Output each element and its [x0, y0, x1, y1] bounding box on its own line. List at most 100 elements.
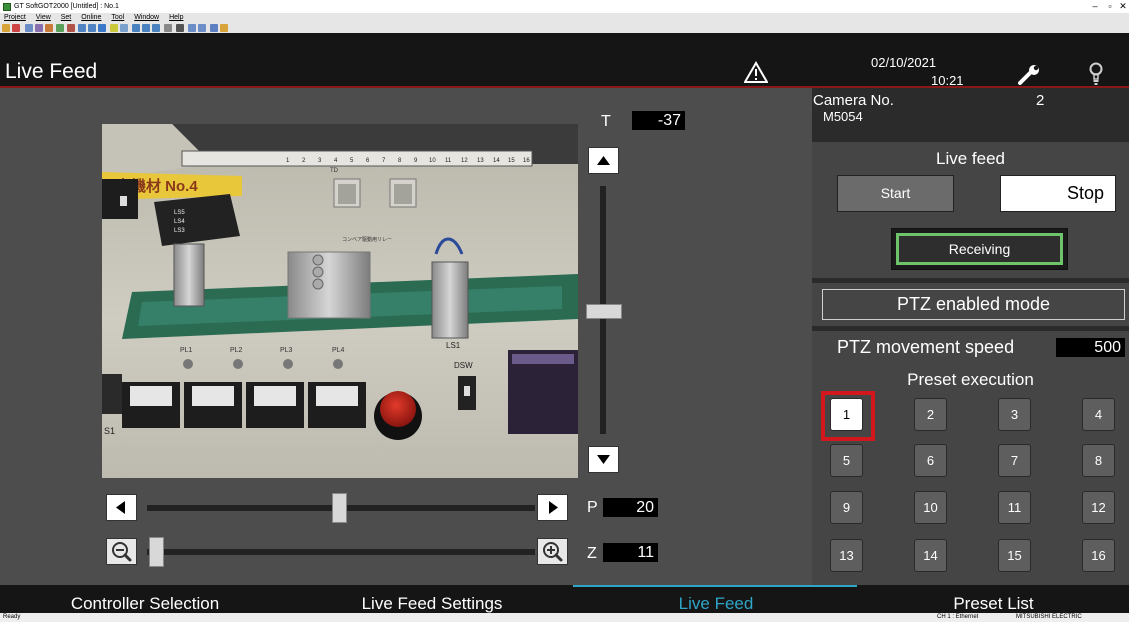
- preset-button-5[interactable]: 5: [830, 444, 863, 477]
- lightbulb-icon[interactable]: [1089, 62, 1103, 86]
- tab-live-feed[interactable]: Live Feed: [574, 585, 858, 613]
- pan-right-button[interactable]: [537, 494, 568, 521]
- menu-project[interactable]: Project: [4, 13, 26, 23]
- tilt-slider-thumb[interactable]: [586, 304, 622, 319]
- preset-button-6[interactable]: 6: [914, 444, 947, 477]
- vendor-label: MITSUBISHI ELECTRIC: [1016, 614, 1082, 620]
- trace-icon[interactable]: [88, 24, 96, 32]
- tile-icon[interactable]: [198, 24, 206, 32]
- tab-controller-selection[interactable]: Controller Selection: [0, 585, 290, 613]
- pan-left-button[interactable]: [106, 494, 137, 521]
- monitor-icon[interactable]: [25, 24, 33, 32]
- zoom-out-button[interactable]: [106, 538, 137, 565]
- window-icon[interactable]: [188, 24, 196, 32]
- tab-live-feed-settings[interactable]: Live Feed Settings: [290, 585, 574, 613]
- live-feed-section: Live feed Start Stop Receiving: [812, 142, 1129, 278]
- zoom-out-icon: [112, 542, 132, 562]
- menu-view[interactable]: View: [36, 13, 51, 23]
- tab-preset-list[interactable]: Preset List: [858, 585, 1129, 613]
- zoom-slider-track[interactable]: [147, 549, 535, 555]
- tilt-up-button[interactable]: [588, 147, 619, 174]
- screen-header: Live Feed 02/10/2021 10:21: [0, 33, 1129, 88]
- preset-button-11[interactable]: 11: [998, 491, 1031, 524]
- start-button[interactable]: Start: [837, 175, 954, 212]
- date-display: 02/10/2021: [871, 55, 937, 70]
- receiving-indicator: Receiving: [896, 233, 1063, 265]
- page-title: Live Feed: [5, 60, 98, 83]
- close-button[interactable]: ✕: [1115, 0, 1129, 13]
- script-icon[interactable]: [98, 24, 106, 32]
- preset-button-13[interactable]: 13: [830, 539, 863, 572]
- ptz-speed-section: PTZ movement speed 500: [812, 331, 1129, 365]
- close-project-icon[interactable]: [12, 24, 20, 32]
- device-monitor-icon[interactable]: [132, 24, 140, 32]
- preset-button-2[interactable]: 2: [914, 398, 947, 431]
- menu-tool[interactable]: Tool: [111, 13, 124, 23]
- zoom-in-button[interactable]: [537, 538, 568, 565]
- warning-icon[interactable]: [744, 61, 768, 83]
- preset-button-15[interactable]: 15: [998, 539, 1031, 572]
- wizard-icon[interactable]: [110, 24, 118, 32]
- pan-label: P: [587, 499, 598, 516]
- terminal-number: 13: [477, 158, 484, 164]
- preset-button-8[interactable]: 8: [1082, 444, 1115, 477]
- zoom-slider-thumb[interactable]: [149, 537, 164, 567]
- dsw-label: DSW: [454, 361, 473, 370]
- menu-set[interactable]: Set: [61, 13, 72, 23]
- preset-button-12[interactable]: 12: [1082, 491, 1115, 524]
- dropdown-icon[interactable]: [220, 24, 228, 32]
- menu-help[interactable]: Help: [169, 13, 183, 23]
- menu-online[interactable]: Online: [81, 13, 101, 23]
- relay-label: コンベア駆動用リレー: [342, 236, 392, 243]
- preset-button-4[interactable]: 4: [1082, 398, 1115, 431]
- switch-label: LS5: [174, 210, 185, 216]
- wrench-icon[interactable]: [1017, 64, 1043, 86]
- tilt-down-button[interactable]: [588, 446, 619, 473]
- preset-button-3[interactable]: 3: [998, 398, 1031, 431]
- zoom-in-icon: [543, 542, 563, 562]
- screen-tabs: Controller Selection Live Feed Settings …: [0, 585, 1129, 613]
- ptz-mode-section: PTZ enabled mode: [812, 283, 1129, 326]
- active-tab-indicator: [573, 585, 857, 587]
- open-project-icon[interactable]: [2, 24, 10, 32]
- preset-button-16[interactable]: 16: [1082, 539, 1115, 572]
- record-icon[interactable]: [67, 24, 75, 32]
- terminal-number: 16: [523, 158, 530, 164]
- softgot-window: GT SoftGOT2000 [Untitled] : No.1 – ▫ ✕ P…: [0, 0, 1129, 622]
- pl-label: PL1: [180, 347, 193, 354]
- settings-icon[interactable]: [164, 24, 172, 32]
- pan-slider-thumb[interactable]: [332, 493, 347, 523]
- connection-status: CH 1 : Ethernet: [937, 614, 979, 620]
- preset-button-14[interactable]: 14: [914, 539, 947, 572]
- s1-label: S1: [104, 426, 115, 436]
- menu-window[interactable]: Window: [134, 13, 159, 23]
- terminal-number: 12: [461, 158, 468, 164]
- camera-feed-image: 1 2 3 4 5 6 7 8 9 10 11 12 13 14 15 16 T…: [102, 124, 578, 478]
- ptz-speed-value[interactable]: 500: [1056, 338, 1125, 357]
- device-icon[interactable]: [56, 24, 64, 32]
- minimize-button[interactable]: –: [1087, 0, 1103, 13]
- preset-button-1[interactable]: 1: [830, 398, 863, 431]
- debug-icon[interactable]: [78, 24, 86, 32]
- zoom-value: 11: [603, 543, 658, 562]
- preset-button-9[interactable]: 9: [830, 491, 863, 524]
- terminal-number: 10: [429, 158, 436, 164]
- help-icon[interactable]: [210, 24, 218, 32]
- ptz-mode-button[interactable]: PTZ enabled mode: [822, 289, 1125, 320]
- link-icon[interactable]: [120, 24, 128, 32]
- side-panel: Camera No. 2 M5054 Live feed Start Stop …: [812, 88, 1129, 585]
- preset-button-7[interactable]: 7: [998, 444, 1031, 477]
- triangle-up-icon: [597, 156, 610, 165]
- properties-icon[interactable]: [35, 24, 43, 32]
- screen-icon[interactable]: [45, 24, 53, 32]
- terminal-number: 15: [508, 158, 515, 164]
- td-label: TD: [330, 168, 339, 174]
- stop-button[interactable]: Stop: [1000, 175, 1116, 212]
- status-bar: Ready CH 1 : Ethernet MITSUBISHI ELECTRI…: [0, 613, 1129, 622]
- window-title: GT SoftGOT2000 [Untitled] : No.1: [14, 3, 119, 10]
- preset-button-10[interactable]: 10: [914, 491, 947, 524]
- keyboard-icon[interactable]: [176, 24, 184, 32]
- data-view-icon[interactable]: [142, 24, 150, 32]
- pl-label: PL2: [230, 347, 243, 354]
- camera-icon[interactable]: [152, 24, 160, 32]
